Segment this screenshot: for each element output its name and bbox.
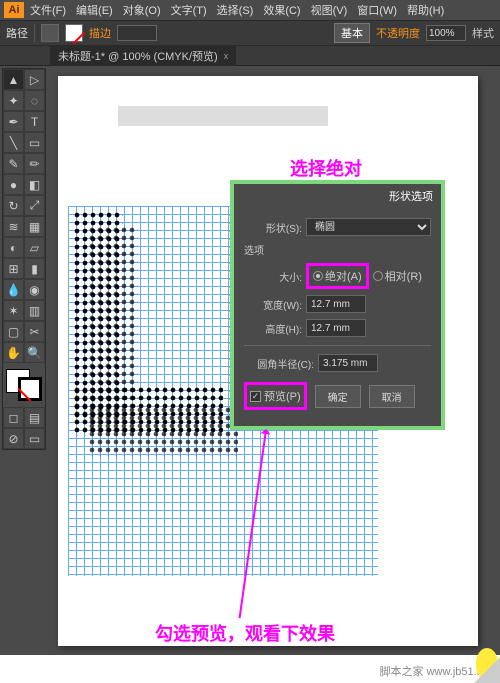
preview-checkbox[interactable]: ✓预览(P) — [244, 382, 307, 410]
corner-label: 圆角半径(C): — [244, 356, 314, 371]
width-label: 宽度(W): — [244, 297, 302, 312]
menu-edit[interactable]: 编辑(E) — [72, 0, 117, 20]
free-transform-tool[interactable]: ▦ — [24, 216, 45, 237]
shape-select[interactable]: 椭圆 — [306, 218, 431, 236]
scale-tool[interactable]: ⤢ — [24, 195, 45, 216]
document-tab[interactable]: 未标题-1* @ 100% (CMYK/预览) x — [50, 46, 236, 66]
toolbox: ▲ ▷ ✦ ◌ ✒ T ╲ ▭ ✎ ✏ ● ◧ ↻ ⤢ ≋ ▦ ◐ ▱ ⊞ ▮ … — [2, 68, 46, 450]
gradient-mode[interactable]: ▤ — [24, 407, 45, 428]
blend-tool[interactable]: ◉ — [24, 279, 45, 300]
annotation-preview: 勾选预览，观看下效果 — [155, 620, 335, 646]
symbol-sprayer-tool[interactable]: ✶ — [3, 300, 24, 321]
lasso-tool[interactable]: ◌ — [24, 90, 45, 111]
rotate-tool[interactable]: ↻ — [3, 195, 24, 216]
menu-effect[interactable]: 效果(C) — [259, 0, 304, 20]
path-label: 路径 — [6, 25, 28, 41]
ok-button[interactable]: 确定 — [315, 385, 361, 408]
shape-options-dialog: 形状选项 形状(S): 椭圆 选项 大小: 绝对(A) 相对(R) 宽度(W):… — [230, 180, 445, 430]
absolute-radio[interactable]: 绝对(A) — [313, 268, 362, 284]
brush-basic[interactable]: 基本 — [334, 23, 370, 43]
stroke-weight-input[interactable] — [117, 25, 157, 41]
menu-help[interactable]: 帮助(H) — [403, 0, 448, 20]
rectangle-tool[interactable]: ▭ — [24, 132, 45, 153]
direct-select-tool[interactable]: ▷ — [24, 69, 45, 90]
fill-swatch[interactable] — [41, 24, 59, 42]
menubar: Ai 文件(F) 编辑(E) 对象(O) 文字(T) 选择(S) 效果(C) 视… — [0, 0, 500, 20]
redacted-area — [118, 106, 328, 126]
eraser-tool[interactable]: ◧ — [24, 174, 45, 195]
style-label: 样式 — [472, 25, 494, 41]
dialog-title: 形状选项 — [234, 184, 441, 208]
shape-builder-tool[interactable]: ◐ — [3, 237, 24, 258]
relative-radio[interactable]: 相对(R) — [373, 268, 422, 284]
line-tool[interactable]: ╲ — [3, 132, 24, 153]
opacity-input[interactable] — [426, 25, 466, 41]
options-bar: 路径 描边 基本 不透明度 样式 — [0, 20, 500, 46]
menu-select[interactable]: 选择(S) — [213, 0, 258, 20]
pen-tool[interactable]: ✒ — [3, 111, 24, 132]
brush-tool[interactable]: ✎ — [3, 153, 24, 174]
corner-input[interactable] — [318, 354, 378, 372]
stroke-label: 描边 — [89, 25, 111, 41]
screen-mode[interactable]: ▭ — [24, 428, 45, 449]
annotation-select-absolute: 选择绝对 — [290, 155, 362, 181]
app-icon: Ai — [4, 2, 24, 18]
menu-type[interactable]: 文字(T) — [167, 0, 211, 20]
page-curl-icon — [474, 657, 500, 683]
stroke-swatch[interactable] — [65, 24, 83, 42]
cancel-button[interactable]: 取消 — [369, 385, 415, 408]
magic-wand-tool[interactable]: ✦ — [3, 90, 24, 111]
height-label: 高度(H): — [244, 321, 302, 336]
mesh-tool[interactable]: ⊞ — [3, 258, 24, 279]
perspective-tool[interactable]: ▱ — [24, 237, 45, 258]
tab-title: 未标题-1* @ 100% (CMYK/预览) — [58, 48, 218, 64]
width-tool[interactable]: ≋ — [3, 216, 24, 237]
type-tool[interactable]: T — [24, 111, 45, 132]
width-input[interactable] — [306, 295, 366, 313]
height-input[interactable] — [306, 319, 366, 337]
none-mode[interactable]: ⊘ — [3, 428, 24, 449]
artwork-letter — [73, 386, 223, 436]
shape-label: 形状(S): — [244, 220, 302, 235]
document-tabs: 未标题-1* @ 100% (CMYK/预览) x — [0, 46, 500, 66]
hand-tool[interactable]: ✋ — [3, 342, 24, 363]
slice-tool[interactable]: ✂ — [24, 321, 45, 342]
menu-view[interactable]: 视图(V) — [307, 0, 352, 20]
graph-tool[interactable]: ▥ — [24, 300, 45, 321]
selection-tool[interactable]: ▲ — [3, 69, 24, 90]
eyedropper-tool[interactable]: 💧 — [3, 279, 24, 300]
zoom-tool[interactable]: 🔍 — [24, 342, 45, 363]
close-tab-icon[interactable]: x — [224, 51, 229, 61]
fill-stroke-swatch[interactable] — [4, 367, 44, 403]
color-mode[interactable]: ◻ — [3, 407, 24, 428]
gradient-tool[interactable]: ▮ — [24, 258, 45, 279]
blob-brush-tool[interactable]: ● — [3, 174, 24, 195]
opacity-label: 不透明度 — [376, 25, 420, 41]
menu-window[interactable]: 窗口(W) — [353, 0, 401, 20]
options-section-label: 选项 — [244, 242, 431, 257]
size-label: 大小: — [244, 269, 302, 284]
pencil-tool[interactable]: ✏ — [24, 153, 45, 174]
menu-object[interactable]: 对象(O) — [119, 0, 165, 20]
artboard-tool[interactable]: ▢ — [3, 321, 24, 342]
menu-file[interactable]: 文件(F) — [26, 0, 70, 20]
